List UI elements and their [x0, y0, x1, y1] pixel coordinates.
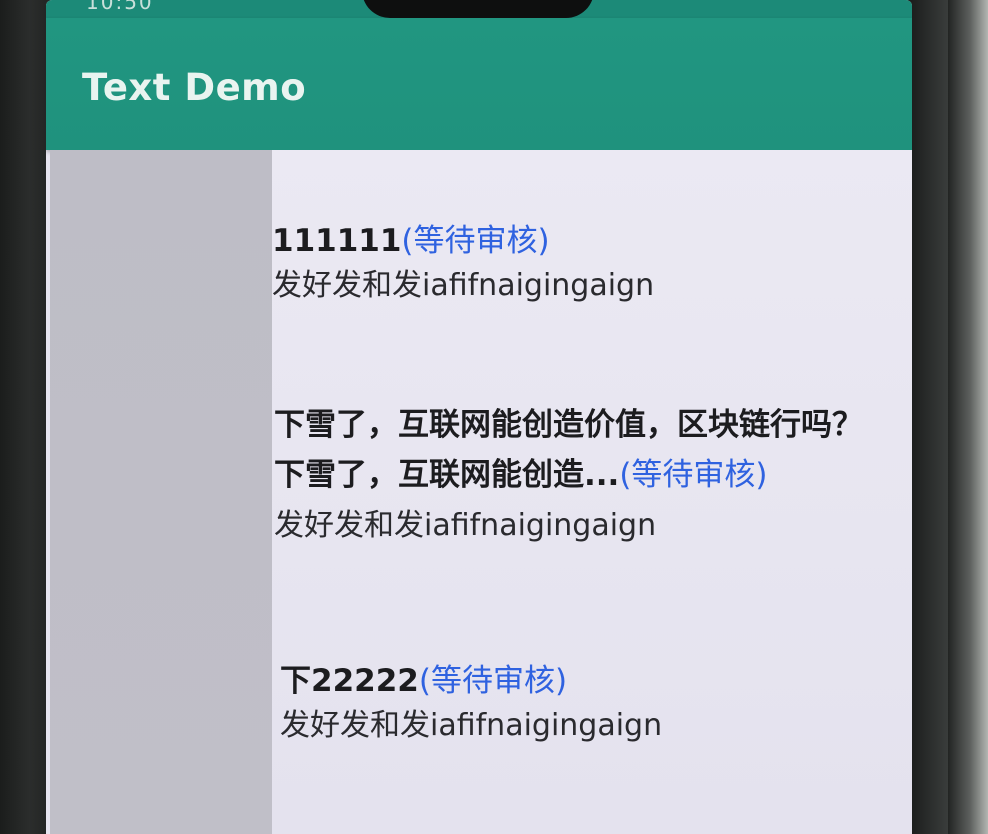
- phone-edge: [948, 0, 988, 834]
- status-bar-time: 10:50: [86, 0, 154, 14]
- side-panel: [50, 150, 272, 834]
- item-title: 下雪了，互联网能创造价值，区块链行吗？下雪了，互联网能创造...(等待审核): [274, 400, 890, 500]
- phone-screen: Text Demo 111111(等待审核) 发好发和发iafifnaiging…: [46, 0, 912, 834]
- list-item[interactable]: 111111(等待审核) 发好发和发iafifnaigingaign: [272, 216, 892, 306]
- phone-photo: Text Demo 111111(等待审核) 发好发和发iafifnaiging…: [0, 0, 988, 834]
- item-title-text: 下22222: [280, 663, 419, 699]
- app-title: Text Demo: [82, 66, 307, 109]
- item-title-text: 111111: [272, 223, 402, 259]
- item-subtitle: 发好发和发iafifnaigingaign: [274, 508, 657, 543]
- review-status-label: (等待审核): [401, 223, 550, 259]
- item-title: 111111(等待审核): [272, 216, 892, 266]
- item-subtitle: 发好发和发iafifnaigingaign: [280, 708, 663, 743]
- item-subtitle: 发好发和发iafifnaigingaign: [272, 268, 655, 303]
- review-status-label: (等待审核): [619, 457, 768, 493]
- list-item[interactable]: 下22222(等待审核) 发好发和发iafifnaigingaign: [280, 656, 900, 746]
- item-title-text: 下雪了，互联网能创造价值，区块链行吗？下雪了，互联网能创造...: [274, 407, 863, 493]
- app-bar: Text Demo: [46, 18, 912, 150]
- review-status-label: (等待审核): [418, 663, 568, 699]
- message-list: 111111(等待审核) 发好发和发iafifnaigingaign 下雪了，互…: [272, 150, 912, 834]
- list-item[interactable]: 下雪了，互联网能创造价值，区块链行吗？下雪了，互联网能创造...(等待审核) 发…: [274, 400, 890, 546]
- item-title: 下22222(等待审核): [280, 656, 900, 706]
- camera-notch: [362, 0, 594, 18]
